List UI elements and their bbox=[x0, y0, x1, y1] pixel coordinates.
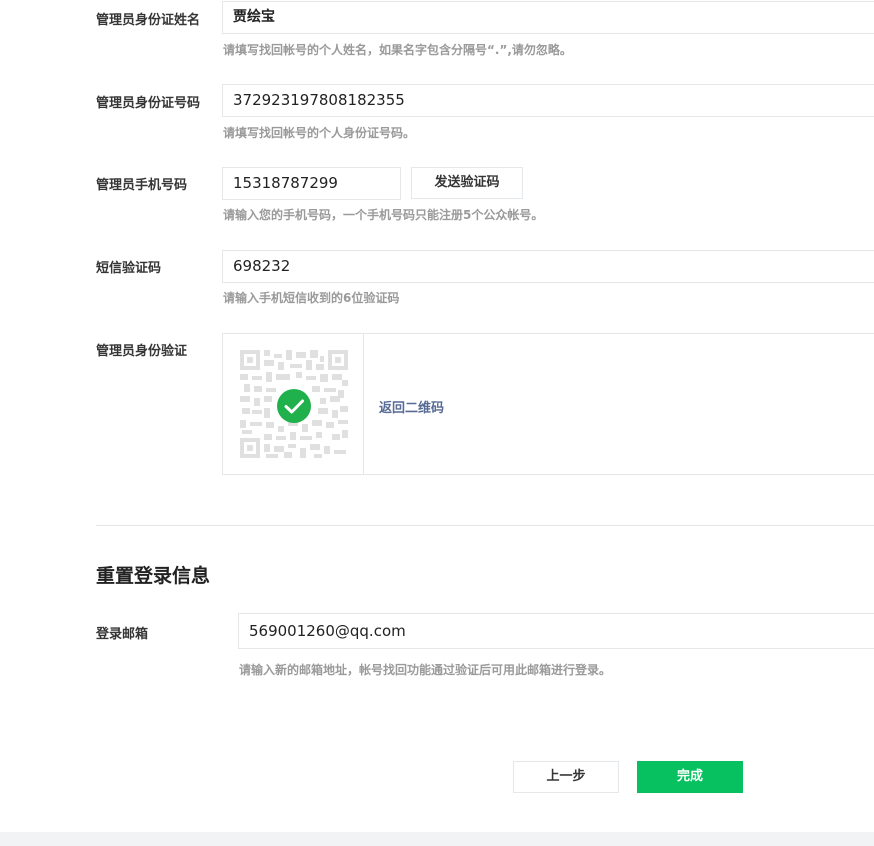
admin-verify-box: 返回二维码 bbox=[222, 333, 874, 475]
check-circle-icon bbox=[277, 389, 311, 423]
admin-name-hint: 请填写找回帐号的个人姓名，如果名字包含分隔号“.”,请勿忽略。 bbox=[223, 43, 572, 57]
admin-name-label: 管理员身份证姓名 bbox=[96, 13, 201, 28]
admin-phone-input[interactable]: 15318787299 bbox=[222, 167, 401, 200]
sms-code-label: 短信验证码 bbox=[96, 261, 162, 276]
admin-id-number-input[interactable]: 372923197808182355 bbox=[222, 84, 874, 117]
admin-id-number-hint: 请填写找回帐号的个人身份证号码。 bbox=[223, 126, 416, 140]
admin-id-number-label: 管理员身份证号码 bbox=[96, 96, 201, 111]
account-recovery-page: 管理员身份证姓名 贾绘宝 请填写找回帐号的个人姓名，如果名字包含分隔号“.”,请… bbox=[0, 0, 874, 846]
admin-name-input[interactable]: 贾绘宝 bbox=[222, 1, 874, 34]
send-code-button[interactable]: 发送验证码 bbox=[411, 167, 523, 199]
previous-step-button[interactable]: 上一步 bbox=[513, 761, 619, 793]
back-to-qr-link[interactable]: 返回二维码 bbox=[379, 397, 444, 416]
admin-phone-label: 管理员手机号码 bbox=[96, 178, 188, 193]
login-email-hint: 请输入新的邮箱地址，帐号找回功能通过验证后可用此邮箱进行登录。 bbox=[239, 663, 612, 677]
login-email-input[interactable]: 569001260@qq.com bbox=[238, 613, 874, 649]
login-email-label: 登录邮箱 bbox=[96, 627, 149, 642]
sms-code-hint: 请输入手机短信收到的6位验证码 bbox=[223, 291, 400, 305]
admin-verify-label: 管理员身份验证 bbox=[96, 344, 188, 359]
footer-bar bbox=[0, 832, 874, 846]
done-button[interactable]: 完成 bbox=[637, 761, 743, 793]
sms-code-input[interactable]: 698232 bbox=[222, 250, 874, 283]
reset-section-title: 重置登录信息 bbox=[96, 565, 211, 587]
section-divider bbox=[96, 525, 874, 526]
qr-divider bbox=[363, 334, 364, 474]
admin-phone-hint: 请输入您的手机号码，一个手机号码只能注册5个公众帐号。 bbox=[223, 208, 544, 222]
